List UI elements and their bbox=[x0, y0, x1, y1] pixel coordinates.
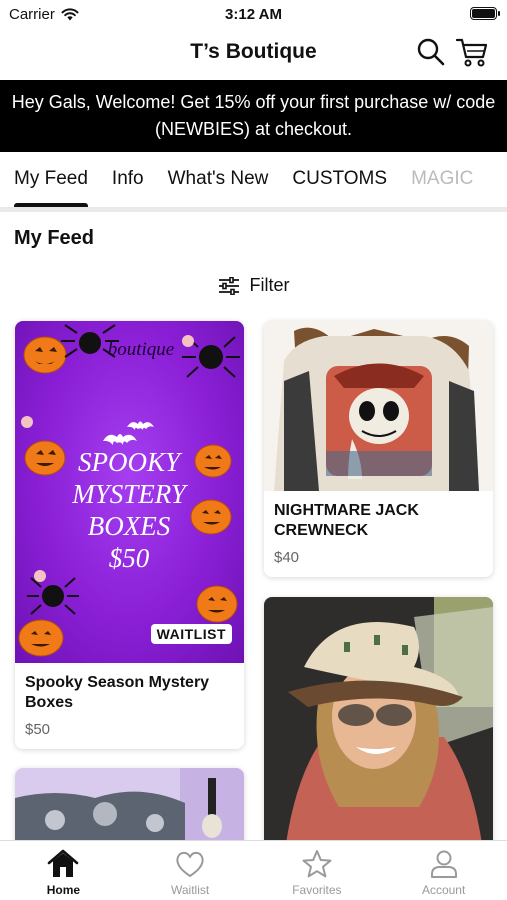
home-icon bbox=[48, 849, 79, 877]
product-name: NIGHTMARE JACK CREWNECK bbox=[274, 502, 419, 539]
product-card[interactable]: NIGHTMARE JACK CREWNECK $40 bbox=[264, 321, 493, 577]
nav-account[interactable]: Account bbox=[380, 841, 507, 900]
nav-waitlist-label: Waitlist bbox=[171, 883, 210, 897]
tab-info[interactable]: Info bbox=[100, 152, 156, 208]
image-text-line-4: $50 bbox=[109, 543, 150, 573]
section-title: My Feed bbox=[14, 227, 95, 249]
nav-account-label: Account bbox=[421, 883, 466, 897]
product-price: $40 bbox=[274, 549, 300, 566]
spooky-artwork: SPOOKY MYSTERY BOXES $50 boutique bbox=[18, 324, 240, 657]
tab-customs[interactable]: CUSTOMS bbox=[280, 152, 399, 208]
category-tabs: My Feed Info What's New CUSTOMS MAGIC bbox=[0, 152, 507, 208]
nav-favorites-label: Favorites bbox=[292, 883, 342, 897]
image-text-line-3: BOXES bbox=[88, 511, 171, 541]
image-brand-text: boutique bbox=[108, 339, 175, 360]
app-header: T’s Boutique bbox=[0, 28, 507, 80]
bottom-tab-bar: Home Waitlist Favorites Account bbox=[0, 840, 507, 900]
model-photo bbox=[264, 597, 493, 858]
tab-magic[interactable]: MAGIC bbox=[399, 152, 485, 208]
promo-banner: Hey Gals, Welcome! Get 15% off your firs… bbox=[0, 80, 507, 152]
nav-home-label: Home bbox=[46, 883, 81, 897]
product-name: Spooky Season Mystery Boxes bbox=[25, 674, 210, 711]
waitlist-badge: WAITLIST bbox=[150, 624, 232, 644]
cart-icon bbox=[455, 38, 488, 67]
product-image bbox=[264, 597, 493, 858]
search-icon bbox=[417, 38, 445, 66]
product-price: $50 bbox=[25, 721, 51, 738]
product-card[interactable]: SPOOKY MYSTERY BOXES $50 boutique WAITLI… bbox=[15, 321, 244, 749]
nav-home[interactable]: Home bbox=[0, 841, 127, 900]
image-text-line-2: MYSTERY bbox=[71, 479, 189, 509]
sweatshirt-photo bbox=[264, 321, 493, 491]
tab-my-feed[interactable]: My Feed bbox=[0, 152, 100, 208]
clock: 3:12 AM bbox=[225, 6, 282, 23]
sliders-icon bbox=[218, 276, 239, 295]
product-image bbox=[264, 321, 493, 491]
tab-whats-new[interactable]: What's New bbox=[156, 152, 281, 208]
status-bar: Carrier 3:12 AM bbox=[0, 0, 507, 28]
filter-button[interactable]: Filter bbox=[0, 275, 507, 296]
filter-label: Filter bbox=[249, 275, 290, 295]
heart-icon bbox=[176, 851, 204, 877]
tabs-divider bbox=[0, 207, 507, 212]
search-button[interactable] bbox=[415, 36, 447, 68]
star-icon bbox=[302, 850, 332, 878]
product-image: SPOOKY MYSTERY BOXES $50 boutique bbox=[15, 321, 244, 663]
nav-favorites[interactable]: Favorites bbox=[254, 841, 381, 900]
nav-waitlist[interactable]: Waitlist bbox=[127, 841, 254, 900]
image-text-line-1: SPOOKY bbox=[78, 447, 183, 477]
product-card[interactable] bbox=[264, 597, 493, 858]
account-icon bbox=[430, 850, 457, 878]
battery-icon bbox=[470, 7, 500, 20]
cart-button[interactable] bbox=[455, 36, 489, 68]
